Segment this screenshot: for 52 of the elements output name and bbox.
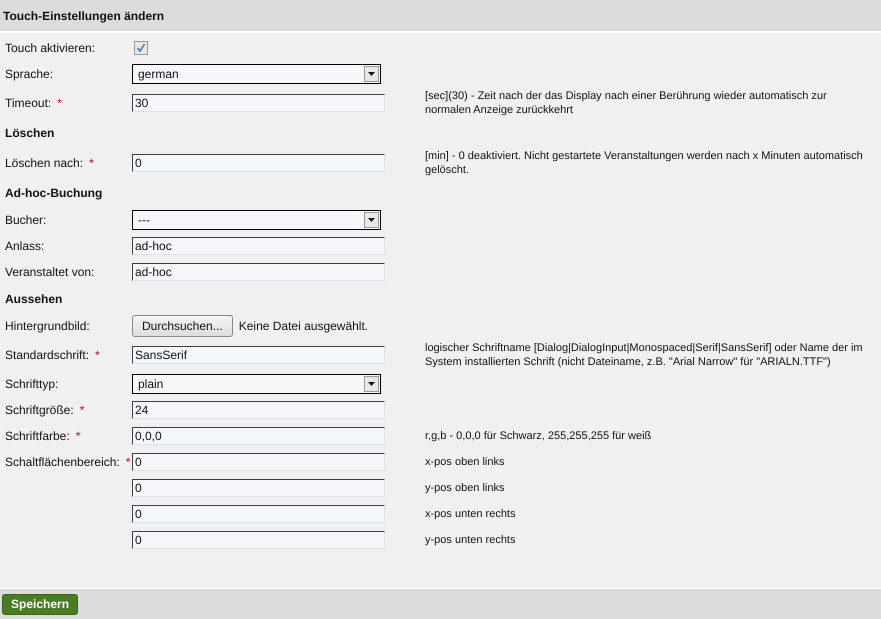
required-mark: * [76, 429, 80, 443]
input-field[interactable]: ad-hoc [132, 237, 385, 255]
hint-text: logischer Schriftname [Dialog|DialogInput|Monospaced|Serif|SansSerif] oder Name der im System installierten Schrift (nicht Dateiname, z.B. "Arial Narrow" für "ARIALN.TTF") [425, 341, 864, 369]
required-mark: * [126, 455, 130, 469]
required-mark: * [80, 403, 84, 417]
checkbox[interactable] [134, 41, 148, 55]
field-label: Schrifttyp: [5, 377, 58, 391]
hint-text: y-pos oben links [425, 481, 504, 495]
file-status: Keine Datei ausgewählt. [238, 319, 368, 333]
input-field[interactable]: 0 [132, 505, 385, 523]
save-button[interactable]: Speichern [2, 594, 78, 614]
browse-button[interactable]: Durchsuchen... [132, 315, 233, 337]
required-mark: * [89, 156, 94, 170]
caret-icon [364, 212, 379, 228]
input-field[interactable]: 0 [132, 479, 385, 497]
caret-icon [364, 376, 379, 392]
input-field[interactable]: ad-hoc [132, 263, 385, 281]
hint-text: r,g,b - 0,0,0 für Schwarz, 255,255,255 für weiß [425, 429, 652, 443]
field-label: Schriftgröße: [5, 403, 74, 417]
field-label: Veranstaltet von: [5, 265, 94, 279]
input-field[interactable]: 30 [132, 94, 385, 112]
input-field[interactable]: 0 [132, 154, 385, 172]
field-label: Bucher: [5, 213, 46, 227]
caret-icon [364, 66, 379, 82]
dropdown[interactable]: german [132, 64, 381, 84]
hint-text: x-pos oben links [425, 455, 504, 469]
section-heading: Aussehen [5, 292, 62, 306]
input-field[interactable]: 0 [132, 531, 385, 549]
required-mark: * [95, 348, 100, 362]
hint-text: [min] - 0 deaktiviert. Nicht gestartete Veranstaltungen werden nach x Minuten automatisch gelöscht. [425, 149, 864, 177]
input-field[interactable]: 0 [132, 453, 385, 471]
section-heading: Ad-hoc-Buchung [5, 186, 102, 200]
field-label: Timeout: [5, 96, 52, 110]
required-mark: * [57, 96, 62, 110]
hint-text: [sec](30) - Zeit nach der das Display nach einer Berührung wieder automatisch zur normalen Anzeige zurückkehrt [425, 89, 828, 117]
field-label: Schaltflächenbereich: [5, 455, 120, 469]
hint-text: x-pos unten rechts [425, 507, 516, 521]
dropdown[interactable]: plain [132, 374, 381, 394]
field-label: Hintergrundbild: [5, 319, 90, 333]
input-field[interactable]: SansSerif [132, 346, 385, 364]
field-label: Touch aktivieren: [5, 41, 96, 55]
field-label: Anlass: [5, 239, 44, 253]
section-heading: Löschen [5, 126, 54, 140]
dropdown[interactable]: --- [132, 210, 381, 230]
input-field[interactable]: 24 [132, 401, 385, 419]
page-title: Touch-Einstellungen ändern [3, 8, 164, 22]
field-label: Sprache: [5, 67, 54, 81]
input-field[interactable]: 0,0,0 [132, 427, 385, 445]
hint-text: y-pos unten rechts [425, 533, 516, 547]
field-label: Standardschrift: [5, 348, 90, 362]
field-label: Schriftfarbe: [5, 429, 70, 443]
field-label: Löschen nach: [5, 156, 84, 170]
